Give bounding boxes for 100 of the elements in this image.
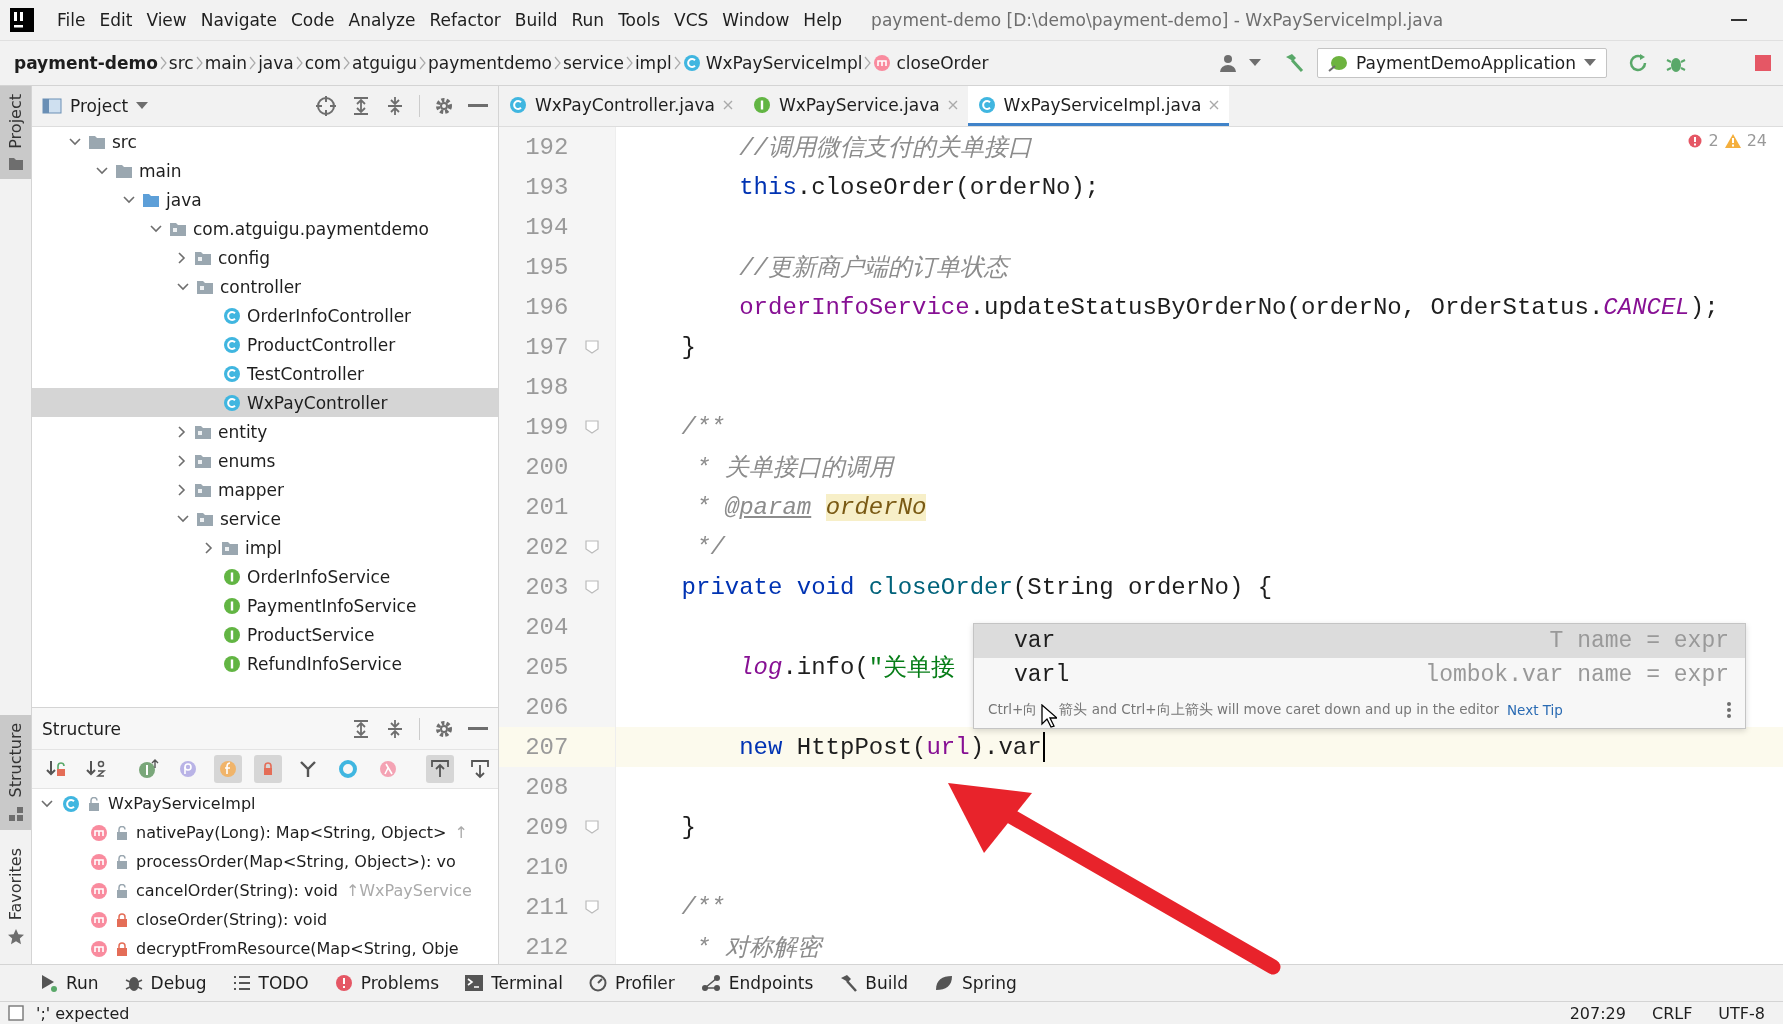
fold-marker-icon[interactable] [584,820,599,834]
locate-icon[interactable] [315,95,337,117]
tree-item[interactable]: mapper [32,475,498,504]
menu-item[interactable]: Build [507,10,565,30]
tool-window-button[interactable]: Favorites [0,839,31,954]
breadcrumb[interactable]: paymentdemo [426,50,554,76]
menu-item[interactable]: Run [564,10,612,30]
file-encoding[interactable]: UTF-8 [1718,1003,1765,1023]
chevron-right-icon[interactable] [176,250,188,265]
breadcrumb[interactable]: java [256,50,296,76]
tool-window-button[interactable]: Profiler [588,973,675,993]
tool-window-button[interactable]: Spring [934,973,1017,993]
rerun-icon[interactable] [1627,52,1649,74]
tree-item[interactable]: ProductController [32,330,498,359]
settings-icon[interactable] [434,96,454,116]
menu-item[interactable]: Navigate [193,10,284,30]
breadcrumb[interactable]: src [166,50,196,76]
tool-window-button[interactable]: Project [0,86,31,179]
minimize-icon[interactable] [468,104,488,108]
chevron-down-icon[interactable] [40,797,54,810]
chevron-down-icon[interactable] [95,164,109,177]
menu-item[interactable]: Refactor [422,10,508,30]
tree-item[interactable]: TestController [32,359,498,388]
breadcrumb[interactable]: impl [632,50,674,76]
completion-item[interactable]: var T name = expr [974,624,1745,658]
tool-window-button[interactable]: Problems [334,973,440,993]
menu-item[interactable]: VCS [667,10,716,30]
settings-icon[interactable] [434,718,454,739]
menu-item[interactable]: Tools [611,10,667,30]
breadcrumb[interactable]: closeOrder [871,50,991,76]
breadcrumb[interactable]: main [202,50,250,76]
tree-item[interactable]: nativePay(Long): Map<String, Object> ↑ [32,818,498,847]
menu-item[interactable]: View [139,10,194,30]
checkbox-icon[interactable] [8,1005,24,1021]
menu-item[interactable]: File [50,10,93,30]
line-separator[interactable]: CRLF [1651,1003,1693,1023]
more-icon[interactable] [1727,701,1731,719]
chevron-down-icon[interactable] [176,280,190,293]
tree-item[interactable]: processOrder(Map<String, Object>): vo [32,847,498,876]
fold-marker-icon[interactable] [584,420,599,434]
chevron-down-icon[interactable] [122,193,136,206]
fields-icon[interactable] [214,755,242,783]
tree-item[interactable]: entity [32,417,498,446]
chevron-right-icon[interactable] [203,540,215,555]
tree-item[interactable]: enums [32,446,498,475]
tool-window-button[interactable]: TODO [232,973,309,993]
editor-tab[interactable]: WxPayServiceImpl.java [967,86,1230,126]
caret-position[interactable]: 207:29 [1569,1003,1626,1023]
completion-item[interactable]: varl lombok.var name = expr [974,658,1745,692]
tree-item[interactable]: ProductService [32,620,498,649]
editor-tab[interactable]: WxPayController.java [499,86,743,126]
tree-item[interactable]: RefundInfoService [32,649,498,678]
close-icon[interactable] [1209,99,1220,110]
chevron-right-icon[interactable] [176,482,188,497]
tree-item[interactable]: controller [32,272,498,301]
tree-item[interactable]: config [32,243,498,272]
app-logo[interactable] [10,8,34,32]
fold-marker-icon[interactable] [584,900,599,914]
breadcrumb[interactable]: WxPayServiceImpl [680,50,865,76]
breadcrumb[interactable]: payment-demo [12,50,160,76]
chevron-right-icon[interactable] [176,453,188,468]
tree-item[interactable]: main [32,156,498,185]
chevron-right-icon[interactable] [176,424,188,439]
menu-item[interactable]: Code [284,10,342,30]
autoscroll-to-source-icon[interactable] [426,755,454,783]
tree-item[interactable]: src [32,127,498,156]
tree-item[interactable]: PaymentInfoService [32,591,498,620]
tool-window-button[interactable]: Structure [0,715,31,830]
menu-item[interactable]: Analyze [341,10,423,30]
breadcrumb[interactable]: service [560,50,626,76]
chevron-down-icon[interactable] [149,222,163,235]
panel-title-dropdown[interactable]: Project [42,96,149,116]
tree-item[interactable]: OrderInfoService [32,562,498,591]
tree-item[interactable]: WxPayController [32,388,498,417]
tree-item[interactable]: WxPayServiceImpl [32,789,498,818]
fold-marker-icon[interactable] [584,340,599,354]
tree-item[interactable]: OrderInfoController [32,301,498,330]
collapse-all-icon[interactable] [385,96,405,116]
expand-all-icon[interactable] [351,718,371,739]
tree-item[interactable]: decryptFromResource(Map<String, Obje [32,934,498,963]
minimize-icon[interactable] [468,726,488,731]
fold-marker-icon[interactable] [584,580,599,594]
expand-all-icon[interactable] [351,96,371,116]
tree-item[interactable]: java [32,185,498,214]
menu-item[interactable]: Window [715,10,797,30]
tree-item[interactable]: closeOrder(String): void [32,905,498,934]
breadcrumb[interactable]: com [302,50,344,76]
menu-item[interactable]: Edit [92,10,140,30]
tool-window-button[interactable]: Build [839,973,909,993]
tool-window-button[interactable]: Terminal [465,973,563,993]
tree-item[interactable]: service [32,504,498,533]
menu-item[interactable]: Help [796,10,850,30]
fold-marker-icon[interactable] [584,540,599,554]
tool-window-button[interactable]: Endpoints [700,973,814,993]
tree-item[interactable]: com.atguigu.paymentdemo [32,214,498,243]
editor-tab[interactable]: WxPayService.java [742,86,968,126]
chevron-down-icon[interactable] [68,135,82,148]
tool-window-button[interactable]: Run [40,973,99,993]
next-tip-link[interactable]: Next Tip [1506,702,1563,718]
tree-item[interactable]: cancelOrder(String): void ↑WxPayService [32,876,498,905]
